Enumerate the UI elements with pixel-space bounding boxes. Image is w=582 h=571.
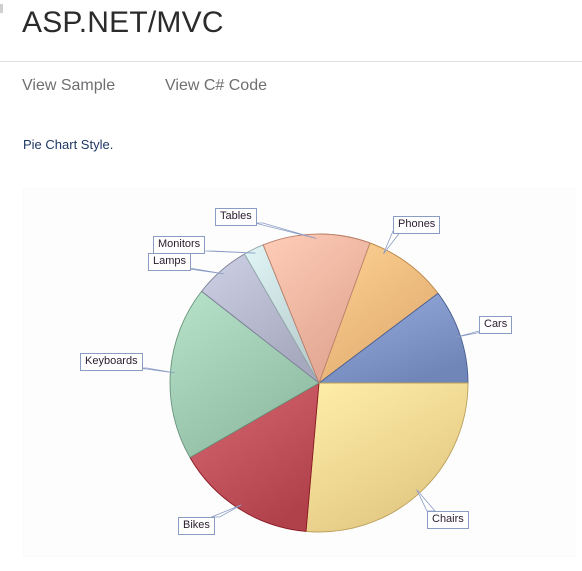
pie-chart-area: Tables Monitors Lamps Phones Cars Keyboards Bi…: [23, 188, 575, 557]
pie-label-keyboards[interactable]: Keyboards: [80, 353, 143, 371]
pie-label-monitors[interactable]: Monitors: [153, 236, 206, 254]
pie-label-phones[interactable]: Phones: [393, 216, 441, 234]
page-title: ASP.NET/MVC: [22, 6, 224, 39]
pie-chart-svg: [138, 222, 488, 533]
leader-line-chairs: [416, 489, 436, 512]
pie-label-cars[interactable]: Cars: [479, 316, 513, 334]
pie-label-lamps[interactable]: Lamps: [148, 253, 192, 271]
header-accent-mark: [0, 4, 3, 13]
leader-line-bikes: [211, 504, 242, 518]
nav-link-view-csharp-code[interactable]: View C# Code: [165, 77, 267, 95]
chart-caption: Pie Chart Style.: [23, 137, 114, 152]
leader-line-keyboards: [138, 367, 175, 374]
nav-link-view-sample[interactable]: View Sample: [22, 77, 115, 95]
pie-slices-group: [169, 233, 469, 533]
nav-bar: View Sample View C# Code: [0, 63, 582, 119]
site-header: ASP.NET/MVC: [0, 0, 582, 62]
pie-label-bikes[interactable]: Bikes: [178, 517, 215, 535]
leader-line-phones: [383, 230, 402, 254]
pie-slice-chairs[interactable]: [305, 382, 469, 533]
pie-label-tables[interactable]: Tables: [215, 208, 257, 226]
pie-label-chairs[interactable]: Chairs: [427, 511, 469, 529]
leader-line-tables: [254, 222, 317, 239]
